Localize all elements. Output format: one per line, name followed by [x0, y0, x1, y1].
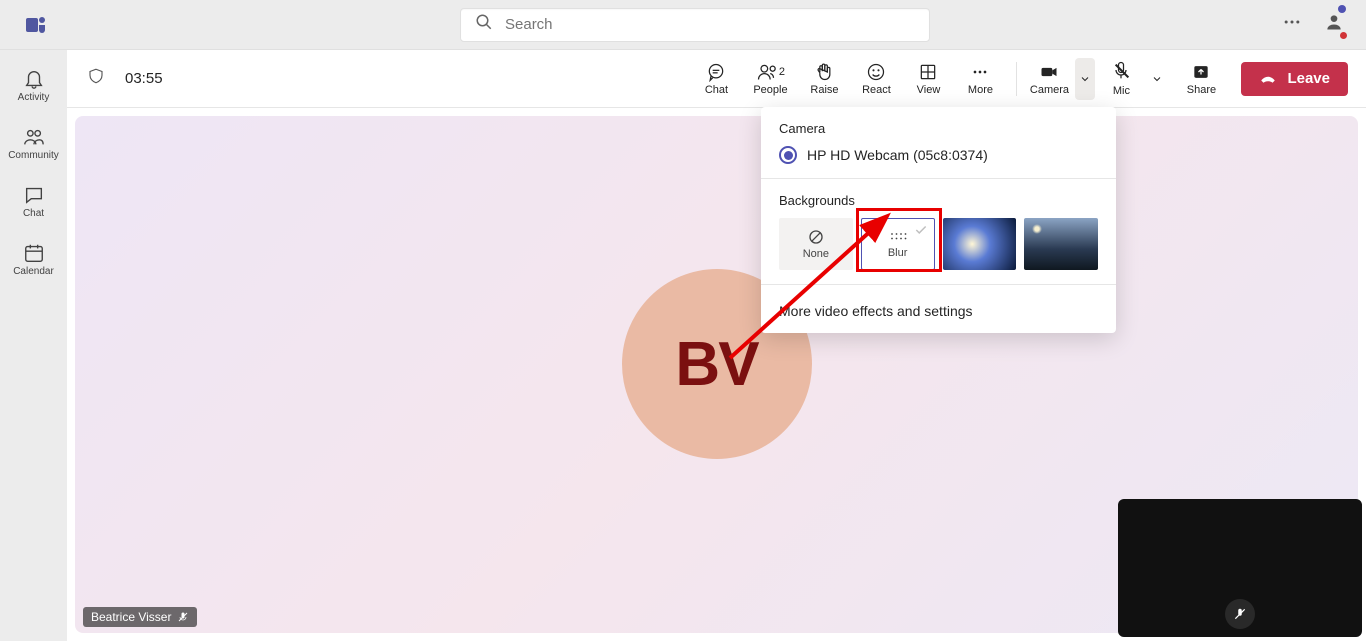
emoji-icon [866, 62, 886, 82]
check-icon [914, 223, 928, 237]
search-input[interactable] [505, 16, 915, 33]
blur-icon [889, 230, 907, 244]
camera-dropdown-button[interactable] [1075, 58, 1095, 100]
bg-label: None [803, 248, 829, 260]
people-button[interactable]: 2 People [742, 50, 798, 108]
chevron-down-icon [1079, 73, 1091, 85]
rail-label: Calendar [13, 266, 54, 277]
bg-option-image-2[interactable] [1024, 218, 1098, 270]
bg-label: Blur [888, 247, 908, 259]
avatar-initials: BV [675, 329, 757, 400]
more-video-effects-link[interactable]: More video effects and settings [779, 299, 1098, 319]
left-rail: Activity Community Chat Calendar [0, 50, 67, 641]
rail-activity[interactable]: Activity [2, 58, 66, 112]
camera-icon [1039, 62, 1059, 82]
mic-muted-icon [1111, 60, 1131, 83]
chat-bubble-icon [706, 62, 726, 82]
toolbar-label: View [917, 84, 941, 96]
call-timer: 03:55 [125, 70, 163, 87]
bg-option-image-1[interactable] [943, 218, 1017, 270]
rail-label: Chat [23, 208, 44, 219]
meeting-toolbar: 03:55 Chat 2 People [67, 50, 1366, 108]
raise-hand-button[interactable]: Raise [798, 50, 850, 108]
toolbar-separator [1016, 62, 1017, 96]
profile-button[interactable] [1324, 12, 1344, 37]
radio-selected-icon [779, 146, 797, 164]
toolbar-label: Share [1187, 84, 1216, 96]
popover-divider [761, 284, 1116, 285]
bg-option-blur[interactable]: Blur [861, 218, 935, 270]
react-button[interactable]: React [850, 50, 902, 108]
camera-device-option[interactable]: HP HD Webcam (05c8:0374) [779, 146, 1098, 164]
hand-icon [814, 62, 834, 82]
share-screen-icon [1191, 62, 1211, 82]
bg-option-none[interactable]: None [779, 218, 853, 270]
popover-divider [761, 178, 1116, 179]
self-mic-muted-icon [1225, 599, 1255, 629]
toolbar-label: Mic [1113, 85, 1130, 97]
grid-icon [918, 62, 938, 82]
app-header [0, 0, 1366, 50]
toolbar-label: Camera [1030, 84, 1069, 96]
shield-icon [87, 67, 105, 90]
search-box[interactable] [460, 8, 930, 42]
bell-icon [23, 68, 45, 90]
hangup-icon [1259, 70, 1277, 88]
ellipsis-icon [970, 62, 990, 82]
people-icon [756, 62, 776, 82]
camera-section-title: Camera [779, 121, 1098, 136]
backgrounds-section-title: Backgrounds [779, 193, 1098, 208]
participant-name-chip: Beatrice Visser [83, 607, 197, 627]
rail-calendar[interactable]: Calendar [2, 232, 66, 286]
teams-logo-icon [22, 11, 50, 39]
leave-label: Leave [1287, 70, 1330, 87]
backgrounds-row: None Blur [779, 218, 1098, 270]
camera-settings-popover: Camera HP HD Webcam (05c8:0374) Backgrou… [761, 107, 1116, 333]
search-icon [475, 13, 493, 36]
header-more-button[interactable] [1278, 8, 1306, 41]
main-area: Activity Community Chat Calendar 03:55 [0, 50, 1366, 641]
people-count: 2 [779, 66, 785, 78]
community-icon [23, 126, 45, 148]
view-button[interactable]: View [902, 50, 954, 108]
self-preview[interactable] [1118, 499, 1362, 637]
rail-community[interactable]: Community [2, 116, 66, 170]
toolbar-label: React [862, 84, 891, 96]
camera-button[interactable]: Camera [1023, 50, 1075, 108]
toolbar-label: Chat [705, 84, 728, 96]
leave-button[interactable]: Leave [1241, 62, 1348, 96]
chat-button[interactable]: Chat [690, 50, 742, 108]
mic-button[interactable]: Mic [1095, 50, 1147, 108]
calendar-icon [23, 242, 45, 264]
rail-label: Community [8, 150, 59, 161]
rail-label: Activity [18, 92, 50, 103]
none-icon [808, 229, 824, 245]
share-button[interactable]: Share [1175, 50, 1227, 108]
chevron-down-icon [1151, 73, 1163, 85]
toolbar-label: More [968, 84, 993, 96]
participant-name: Beatrice Visser [91, 610, 171, 624]
rail-chat[interactable]: Chat [2, 174, 66, 228]
presence-dot-icon [1339, 31, 1348, 40]
notification-dot-icon [1338, 5, 1346, 13]
mic-dropdown-button[interactable] [1147, 58, 1167, 100]
toolbar-label: Raise [810, 84, 838, 96]
mic-muted-icon [177, 611, 189, 623]
toolbar-label: People [753, 84, 787, 96]
meeting-window: 03:55 Chat 2 People [67, 50, 1366, 641]
camera-device-label: HP HD Webcam (05c8:0374) [807, 147, 988, 163]
more-button[interactable]: More [954, 50, 1006, 108]
chat-icon [23, 184, 45, 206]
